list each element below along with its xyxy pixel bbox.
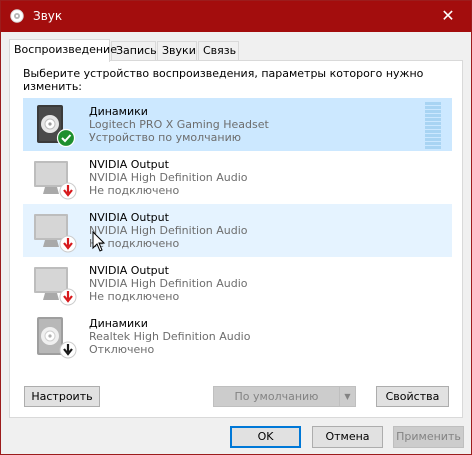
configure-button[interactable]: Настроить bbox=[24, 386, 100, 407]
monitor-icon bbox=[34, 267, 77, 306]
set-default-button[interactable]: По умолчанию ▼ bbox=[213, 386, 356, 407]
speaker-icon bbox=[37, 317, 77, 359]
dropdown-arrow-icon[interactable]: ▼ bbox=[339, 387, 355, 406]
device-status: Не подключено bbox=[89, 184, 180, 197]
device-description: Logitech PRO X Gaming Headset bbox=[89, 118, 269, 131]
properties-button[interactable]: Свойства bbox=[376, 386, 449, 407]
device-item-realtek-speakers[interactable]: Динамики Realtek High Definition Audio О… bbox=[23, 310, 452, 363]
default-check-icon bbox=[56, 128, 76, 147]
sound-dialog: Звук ✕ Воспроизведение Запись Звуки Связ… bbox=[0, 0, 472, 455]
monitor-icon bbox=[34, 161, 77, 200]
device-name: Динамики bbox=[89, 317, 148, 330]
tab-recording[interactable]: Запись bbox=[111, 41, 157, 60]
device-description: NVIDIA High Definition Audio bbox=[89, 171, 248, 184]
title-bar[interactable]: Звук ✕ bbox=[1, 1, 471, 32]
monitor-icon bbox=[34, 214, 77, 253]
set-default-label: По умолчанию bbox=[234, 390, 319, 403]
device-name: NVIDIA Output bbox=[89, 264, 169, 277]
tab-sounds[interactable]: Звуки bbox=[157, 41, 197, 60]
window-title: Звук bbox=[33, 9, 63, 23]
speaker-icon bbox=[37, 105, 76, 147]
device-status: Устройство по умолчанию bbox=[89, 131, 242, 144]
playback-panel: Выберите устройство воспроизведения, пар… bbox=[9, 60, 463, 418]
device-status: Отключено bbox=[89, 343, 155, 356]
device-item-nvidia-output-2[interactable]: NVIDIA Output NVIDIA High Definition Aud… bbox=[23, 204, 452, 257]
device-name: NVIDIA Output bbox=[89, 211, 169, 224]
close-icon: ✕ bbox=[441, 6, 455, 25]
mouse-cursor-icon bbox=[92, 231, 106, 252]
device-name: NVIDIA Output bbox=[89, 158, 169, 171]
device-description: NVIDIA High Definition Audio bbox=[89, 277, 248, 290]
device-description: Realtek High Definition Audio bbox=[89, 330, 251, 343]
speaker-app-icon bbox=[10, 9, 24, 23]
volume-level-meter bbox=[425, 102, 441, 149]
cancel-button[interactable]: Отмена bbox=[312, 426, 383, 448]
tab-communications[interactable]: Связь bbox=[198, 41, 239, 60]
device-item-headset-speakers[interactable]: Динамики Logitech PRO X Gaming Headset У… bbox=[23, 98, 452, 151]
device-list[interactable]: Динамики Logitech PRO X Gaming Headset У… bbox=[23, 98, 452, 384]
instruction-text: Выберите устройство воспроизведения, пар… bbox=[23, 67, 424, 93]
ok-button[interactable]: OK bbox=[230, 426, 301, 448]
close-button[interactable]: ✕ bbox=[425, 1, 471, 32]
device-item-nvidia-output-3[interactable]: NVIDIA Output NVIDIA High Definition Aud… bbox=[23, 257, 452, 310]
device-status: Не подключено bbox=[89, 290, 180, 303]
apply-button[interactable]: Применить bbox=[393, 426, 464, 448]
tab-playback[interactable]: Воспроизведение bbox=[9, 39, 117, 62]
device-description: NVIDIA High Definition Audio bbox=[89, 224, 248, 237]
device-name: Динамики bbox=[89, 105, 148, 118]
device-item-nvidia-output-1[interactable]: NVIDIA Output NVIDIA High Definition Aud… bbox=[23, 151, 452, 204]
